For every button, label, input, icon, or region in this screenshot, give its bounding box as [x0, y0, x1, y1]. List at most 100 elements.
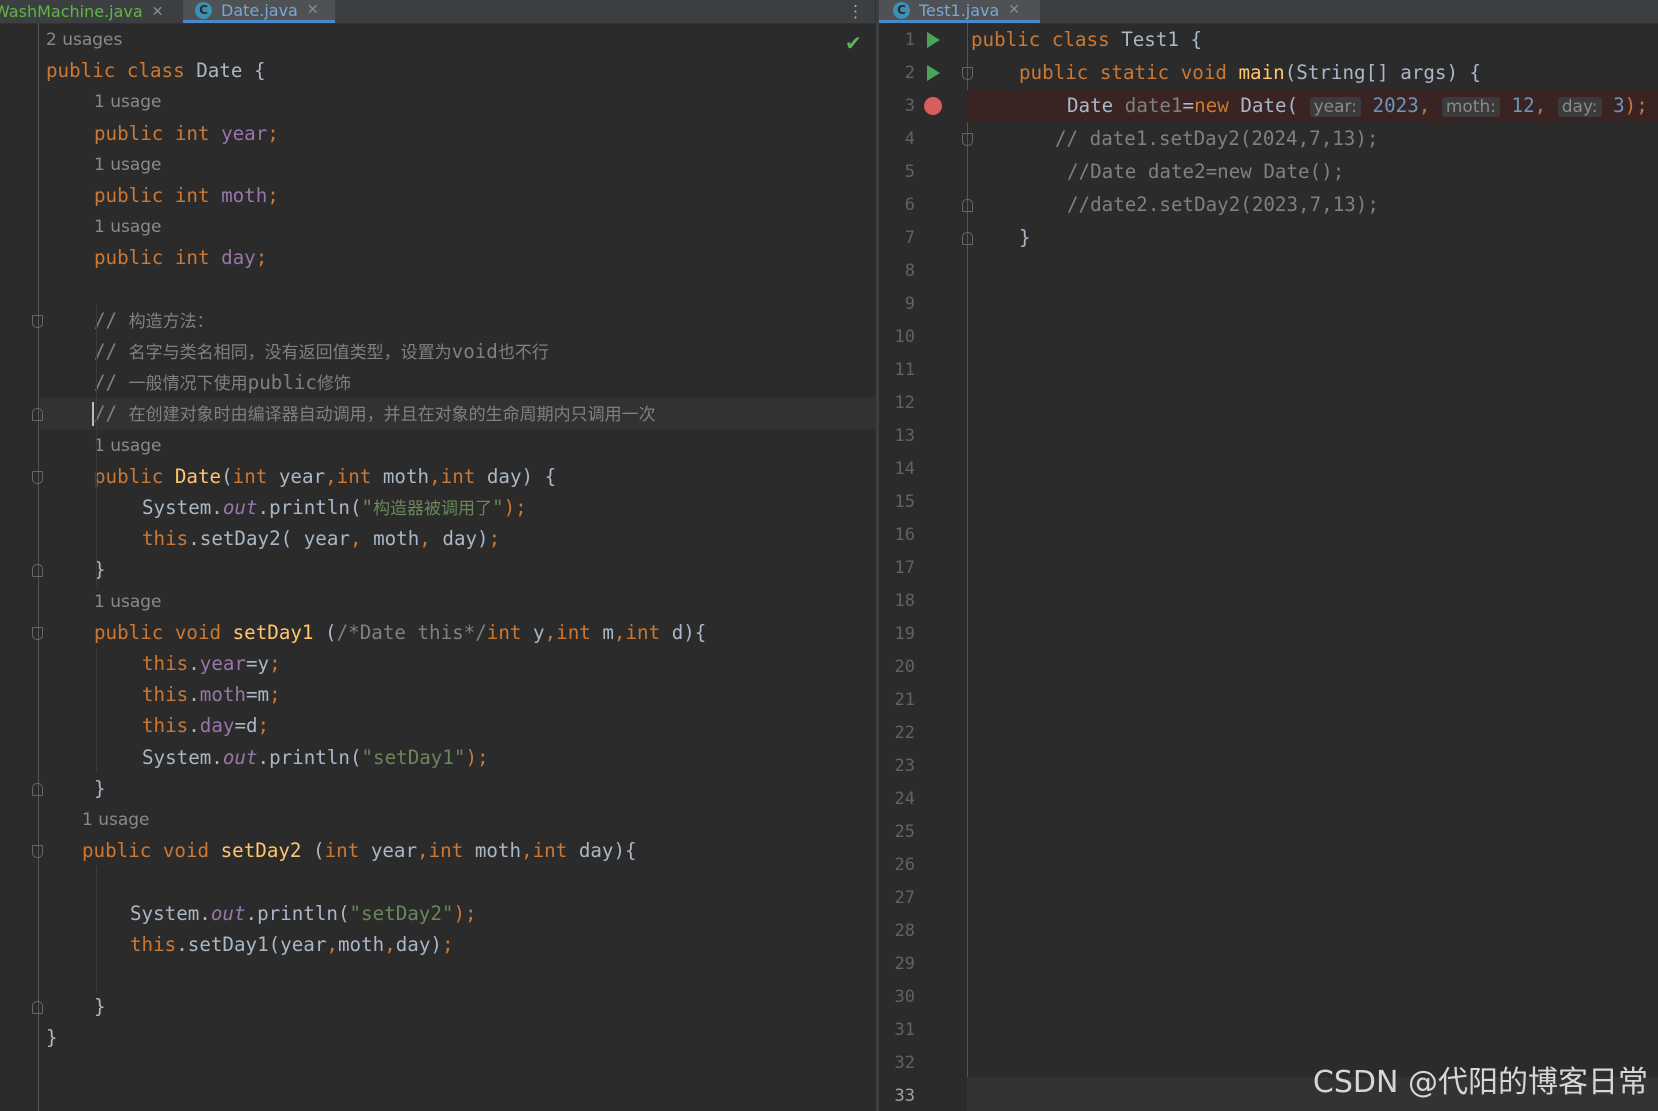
fold-marker-icon[interactable]: [32, 782, 43, 796]
line-number[interactable]: 16: [879, 519, 915, 551]
line-number[interactable]: 9: [879, 288, 915, 320]
code-token: ": [492, 496, 504, 519]
fold-marker-icon[interactable]: [962, 67, 973, 80]
code-token: main: [1238, 61, 1285, 84]
close-icon[interactable]: ✕: [152, 4, 164, 20]
code-token: this: [142, 652, 189, 675]
breakpoint-icon[interactable]: [924, 97, 942, 115]
line-number[interactable]: 28: [879, 915, 915, 947]
code-token: Test1 {: [1121, 28, 1203, 51]
fold-marker-icon[interactable]: [32, 845, 43, 859]
code-token: Date(: [1240, 94, 1310, 117]
line-number[interactable]: 29: [879, 948, 915, 980]
code-token: .println(: [245, 901, 350, 925]
line-number[interactable]: 13: [879, 420, 915, 452]
code-token: public void: [82, 839, 221, 863]
fold-marker-icon[interactable]: [32, 626, 43, 640]
code-token: );: [1624, 94, 1648, 117]
tab-date[interactable]: C Date.java ✕: [183, 0, 335, 23]
line-number[interactable]: 14: [879, 453, 915, 485]
line-number[interactable]: 30: [879, 981, 915, 1013]
code-token: int: [324, 839, 371, 863]
fold-marker-icon[interactable]: [32, 564, 43, 578]
code-token: int: [336, 464, 383, 488]
line-number[interactable]: 21: [879, 684, 915, 716]
run-gutter-icon[interactable]: [927, 65, 940, 81]
code-token: ,: [429, 464, 441, 488]
code-line: public Date(int year,int moth,int day) {: [94, 461, 556, 493]
left-tab-bar: WashMachine.java ✕ C Date.java ✕ ⋮: [0, 0, 875, 24]
fold-marker-icon[interactable]: [962, 232, 973, 245]
line-number[interactable]: 1: [879, 24, 915, 56]
fold-marker-icon[interactable]: [32, 470, 43, 484]
line-number[interactable]: 17: [879, 552, 915, 584]
tab-test1[interactable]: C Test1.java ✕: [879, 0, 1040, 23]
fold-marker-icon[interactable]: [32, 1001, 43, 1015]
usage-hint: 1 usage: [94, 92, 162, 113]
code-line: this.setDay2( year, moth, day);: [142, 523, 500, 555]
code-token: .: [188, 652, 200, 675]
code-token: );: [503, 496, 527, 519]
line-number[interactable]: 27: [879, 882, 915, 914]
line-number[interactable]: 12: [879, 387, 915, 419]
line-number[interactable]: 3: [879, 90, 915, 122]
line-number[interactable]: 6: [879, 189, 915, 221]
line-number[interactable]: 32: [879, 1047, 915, 1079]
line-number[interactable]: 20: [879, 651, 915, 683]
code-token: y: [533, 620, 545, 644]
usage-hint: 1 usage: [82, 810, 150, 830]
fold-marker-icon[interactable]: [32, 314, 43, 328]
line-number[interactable]: 18: [879, 585, 915, 617]
code-token: setDay2: [220, 839, 314, 863]
code-line: public void setDay2 (int year,int moth,i…: [82, 835, 637, 867]
line-number[interactable]: 19: [879, 618, 915, 650]
code-token: .: [188, 683, 200, 707]
line-number[interactable]: 4: [879, 123, 915, 155]
line-number[interactable]: 24: [879, 783, 915, 815]
code-line: public class Test1 {: [971, 24, 1202, 56]
fold-marker-icon[interactable]: [32, 408, 43, 422]
code-token: (: [325, 620, 337, 644]
code-token: ;: [441, 932, 454, 956]
fold-marker-icon[interactable]: [962, 199, 973, 212]
code-token: Date: [1067, 94, 1125, 117]
code-token: this: [142, 714, 189, 738]
inspection-ok-icon[interactable]: ✔: [845, 31, 862, 55]
line-number[interactable]: 2: [879, 57, 915, 89]
line-number[interactable]: 8: [879, 255, 915, 287]
code-line: // 在创建对象时由编译器自动调用，并且在对象的生命周期内只调用一次: [94, 398, 656, 430]
tab-washmachine[interactable]: WashMachine.java ✕: [0, 0, 170, 23]
code-line: public void setDay1 (/*Date this*/int y,…: [94, 617, 706, 649]
close-icon[interactable]: ✕: [307, 2, 319, 18]
code-token: ;: [488, 527, 501, 551]
line-number[interactable]: 31: [879, 1014, 915, 1046]
line-number[interactable]: 15: [879, 486, 915, 518]
code-token: }: [1019, 226, 1031, 249]
line-number[interactable]: 33: [879, 1080, 915, 1111]
line-number[interactable]: 11: [879, 354, 915, 386]
fold-marker-icon[interactable]: [962, 133, 973, 146]
line-number[interactable]: 22: [879, 717, 915, 749]
line-number[interactable]: 26: [879, 849, 915, 881]
code-token: this: [142, 683, 189, 707]
code-token: System.: [142, 745, 223, 769]
code-line: // 一般情况下使用public修饰: [94, 367, 351, 399]
line-number[interactable]: 5: [879, 156, 915, 188]
code-token: .: [188, 714, 200, 738]
code-token: ;: [267, 121, 279, 145]
more-actions-icon[interactable]: ⋮: [847, 0, 864, 23]
code-token: date1: [1124, 94, 1183, 117]
line-number[interactable]: 7: [879, 222, 915, 254]
close-icon[interactable]: ✕: [1008, 2, 1020, 18]
code-token: 构造方法：: [128, 311, 214, 332]
code-line: this.year=y;: [142, 648, 281, 680]
line-number[interactable]: 10: [879, 321, 915, 353]
code-token: day: [199, 714, 235, 738]
code-token: ,: [521, 839, 533, 863]
line-number[interactable]: 23: [879, 750, 915, 782]
line-number[interactable]: 25: [879, 816, 915, 848]
code-token: out: [210, 901, 246, 925]
code-token: //date2.setDay2(2023,7,13);: [1067, 193, 1379, 216]
code-token: public: [247, 371, 317, 395]
run-gutter-icon[interactable]: [927, 32, 940, 48]
